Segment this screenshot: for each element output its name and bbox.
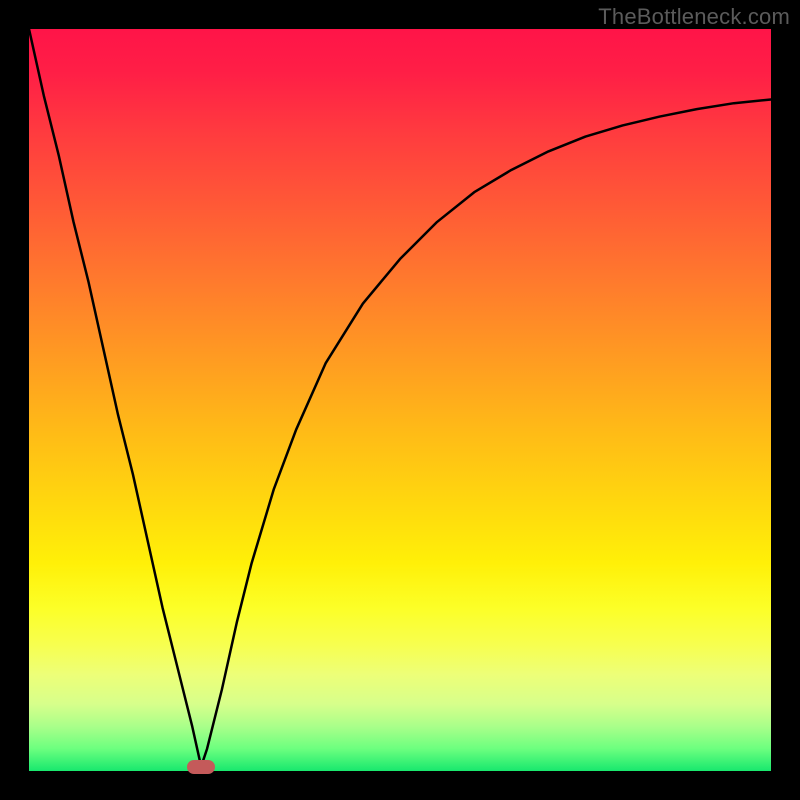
chart-frame: TheBottleneck.com (0, 0, 800, 800)
watermark-text: TheBottleneck.com (598, 4, 790, 30)
minimum-marker (187, 760, 215, 774)
bottleneck-curve (29, 29, 771, 771)
plot-area (29, 29, 771, 771)
